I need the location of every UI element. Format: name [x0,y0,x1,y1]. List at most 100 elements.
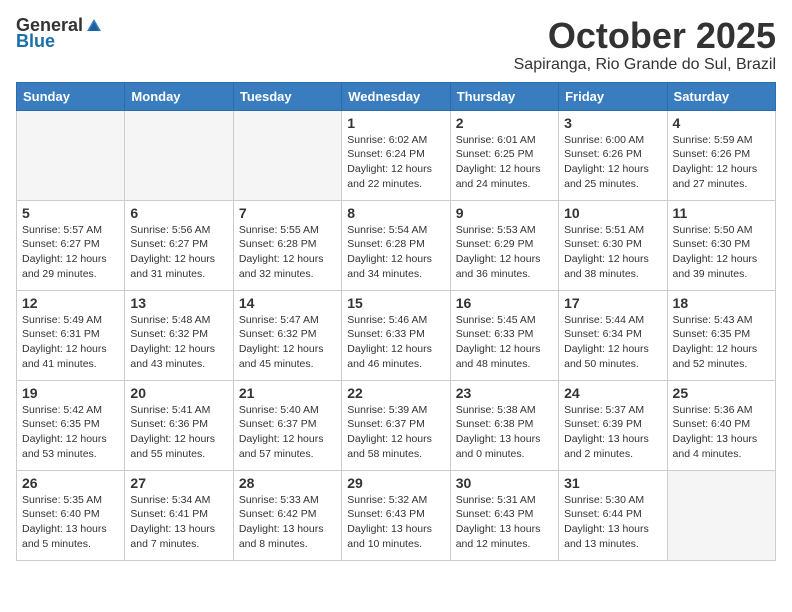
day-info: Sunrise: 5:31 AMSunset: 6:43 PMDaylight:… [456,493,553,552]
day-info: Sunrise: 5:42 AMSunset: 6:35 PMDaylight:… [22,403,119,462]
day-number: 17 [564,295,661,311]
week-row-2: 12 Sunrise: 5:49 AMSunset: 6:31 PMDayligh… [17,290,776,380]
day-number: 20 [130,385,227,401]
calendar-cell [125,110,233,200]
calendar-cell: 31 Sunrise: 5:30 AMSunset: 6:44 PMDayligh… [559,470,667,560]
calendar-cell: 12 Sunrise: 5:49 AMSunset: 6:31 PMDayligh… [17,290,125,380]
day-info: Sunrise: 6:01 AMSunset: 6:25 PMDaylight:… [456,133,553,192]
day-number: 24 [564,385,661,401]
logo-icon [85,17,103,35]
day-number: 10 [564,205,661,221]
calendar-cell: 25 Sunrise: 5:36 AMSunset: 6:40 PMDayligh… [667,380,775,470]
calendar-cell: 23 Sunrise: 5:38 AMSunset: 6:38 PMDayligh… [450,380,558,470]
day-number: 23 [456,385,553,401]
day-info: Sunrise: 5:46 AMSunset: 6:33 PMDaylight:… [347,313,444,372]
day-info: Sunrise: 5:32 AMSunset: 6:43 PMDaylight:… [347,493,444,552]
day-number: 13 [130,295,227,311]
day-info: Sunrise: 5:51 AMSunset: 6:30 PMDaylight:… [564,223,661,282]
day-info: Sunrise: 5:39 AMSunset: 6:37 PMDaylight:… [347,403,444,462]
calendar-cell: 21Sunrise: 5:40 AMSunset: 6:37 PMDayligh… [233,380,341,470]
day-info: Sunrise: 5:49 AMSunset: 6:31 PMDaylight:… [22,313,119,372]
calendar-cell: 19 Sunrise: 5:42 AMSunset: 6:35 PMDayligh… [17,380,125,470]
calendar-cell: 7 Sunrise: 5:55 AMSunset: 6:28 PMDaylight… [233,200,341,290]
day-number: 7 [239,205,336,221]
day-number: 4 [673,115,770,131]
day-number: 8 [347,205,444,221]
day-info: Sunrise: 5:45 AMSunset: 6:33 PMDaylight:… [456,313,553,372]
title-block: October 2025 Sapiranga, Rio Grande do Su… [514,16,776,74]
page-header: General Blue October 2025 Sapiranga, Rio… [16,16,776,74]
weekday-header-tuesday: Tuesday [233,82,341,110]
day-number: 12 [22,295,119,311]
weekday-header-sunday: Sunday [17,82,125,110]
day-info: Sunrise: 5:30 AMSunset: 6:44 PMDaylight:… [564,493,661,552]
day-number: 28 [239,475,336,491]
day-info: Sunrise: 5:54 AMSunset: 6:28 PMDaylight:… [347,223,444,282]
day-info: Sunrise: 5:57 AMSunset: 6:27 PMDaylight:… [22,223,119,282]
week-row-4: 26 Sunrise: 5:35 AMSunset: 6:40 PMDayligh… [17,470,776,560]
day-info: Sunrise: 5:35 AMSunset: 6:40 PMDaylight:… [22,493,119,552]
day-info: Sunrise: 5:59 AMSunset: 6:26 PMDaylight:… [673,133,770,192]
day-info: Sunrise: 5:53 AMSunset: 6:29 PMDaylight:… [456,223,553,282]
calendar-cell: 28 Sunrise: 5:33 AMSunset: 6:42 PMDayligh… [233,470,341,560]
month-title: October 2025 [514,16,776,56]
day-number: 18 [673,295,770,311]
day-info: Sunrise: 5:56 AMSunset: 6:27 PMDaylight:… [130,223,227,282]
day-info: Sunrise: 5:38 AMSunset: 6:38 PMDaylight:… [456,403,553,462]
day-number: 1 [347,115,444,131]
calendar-cell: 22Sunrise: 5:39 AMSunset: 6:37 PMDayligh… [342,380,450,470]
day-number: 6 [130,205,227,221]
day-number: 14 [239,295,336,311]
day-info: Sunrise: 5:36 AMSunset: 6:40 PMDaylight:… [673,403,770,462]
calendar: SundayMondayTuesdayWednesdayThursdayFrid… [16,82,776,561]
calendar-cell: 10 Sunrise: 5:51 AMSunset: 6:30 PMDayligh… [559,200,667,290]
day-number: 5 [22,205,119,221]
day-info: Sunrise: 5:48 AMSunset: 6:32 PMDaylight:… [130,313,227,372]
calendar-cell: 15 Sunrise: 5:46 AMSunset: 6:33 PMDayligh… [342,290,450,380]
location: Sapiranga, Rio Grande do Sul, Brazil [514,56,776,74]
calendar-cell: 6 Sunrise: 5:56 AMSunset: 6:27 PMDaylight… [125,200,233,290]
calendar-cell: 5 Sunrise: 5:57 AMSunset: 6:27 PMDaylight… [17,200,125,290]
week-row-3: 19 Sunrise: 5:42 AMSunset: 6:35 PMDayligh… [17,380,776,470]
day-number: 31 [564,475,661,491]
calendar-cell: 2 Sunrise: 6:01 AMSunset: 6:25 PMDaylight… [450,110,558,200]
week-row-0: 1Sunrise: 6:02 AMSunset: 6:24 PMDaylight… [17,110,776,200]
day-number: 27 [130,475,227,491]
day-number: 26 [22,475,119,491]
day-number: 29 [347,475,444,491]
day-info: Sunrise: 5:55 AMSunset: 6:28 PMDaylight:… [239,223,336,282]
day-info: Sunrise: 5:43 AMSunset: 6:35 PMDaylight:… [673,313,770,372]
calendar-cell: 11 Sunrise: 5:50 AMSunset: 6:30 PMDayligh… [667,200,775,290]
weekday-header-thursday: Thursday [450,82,558,110]
calendar-cell: 30 Sunrise: 5:31 AMSunset: 6:43 PMDayligh… [450,470,558,560]
calendar-cell [17,110,125,200]
calendar-cell: 1Sunrise: 6:02 AMSunset: 6:24 PMDaylight… [342,110,450,200]
day-number: 25 [673,385,770,401]
day-info: Sunrise: 5:47 AMSunset: 6:32 PMDaylight:… [239,313,336,372]
calendar-cell: 29 Sunrise: 5:32 AMSunset: 6:43 PMDayligh… [342,470,450,560]
weekday-header-saturday: Saturday [667,82,775,110]
calendar-cell: 16 Sunrise: 5:45 AMSunset: 6:33 PMDayligh… [450,290,558,380]
weekday-header-friday: Friday [559,82,667,110]
calendar-cell [667,470,775,560]
day-number: 30 [456,475,553,491]
day-info: Sunrise: 5:34 AMSunset: 6:41 PMDaylight:… [130,493,227,552]
day-number: 3 [564,115,661,131]
calendar-cell: 20Sunrise: 5:41 AMSunset: 6:36 PMDayligh… [125,380,233,470]
weekday-header-row: SundayMondayTuesdayWednesdayThursdayFrid… [17,82,776,110]
calendar-cell: 3 Sunrise: 6:00 AMSunset: 6:26 PMDaylight… [559,110,667,200]
calendar-cell [233,110,341,200]
day-info: Sunrise: 6:00 AMSunset: 6:26 PMDaylight:… [564,133,661,192]
day-number: 11 [673,205,770,221]
day-info: Sunrise: 5:33 AMSunset: 6:42 PMDaylight:… [239,493,336,552]
day-number: 16 [456,295,553,311]
day-number: 19 [22,385,119,401]
day-info: Sunrise: 5:50 AMSunset: 6:30 PMDaylight:… [673,223,770,282]
day-number: 15 [347,295,444,311]
week-row-1: 5 Sunrise: 5:57 AMSunset: 6:27 PMDaylight… [17,200,776,290]
calendar-cell: 27 Sunrise: 5:34 AMSunset: 6:41 PMDayligh… [125,470,233,560]
day-info: Sunrise: 5:44 AMSunset: 6:34 PMDaylight:… [564,313,661,372]
logo-blue: Blue [16,32,55,52]
day-number: 2 [456,115,553,131]
calendar-cell: 8 Sunrise: 5:54 AMSunset: 6:28 PMDaylight… [342,200,450,290]
